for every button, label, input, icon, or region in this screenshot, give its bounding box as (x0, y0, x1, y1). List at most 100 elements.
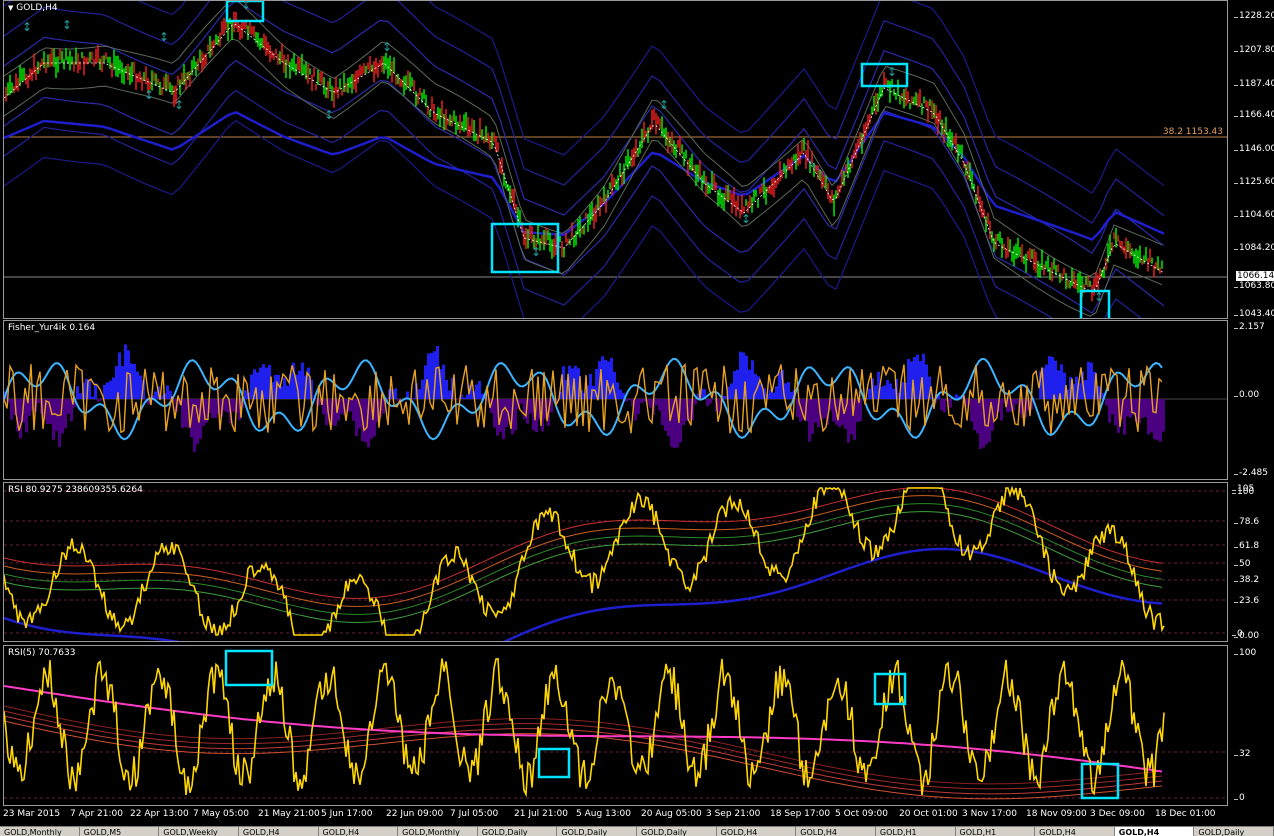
price-tick: 1043.40 (1239, 309, 1274, 319)
fisher-histogram-bar (1000, 399, 1003, 421)
fisher-histogram-bar (970, 399, 973, 421)
time-label: 20 Aug 05:00 (641, 809, 702, 819)
fisher-histogram-bar (994, 399, 997, 417)
fisher-histogram-bar (37, 399, 40, 403)
fisher-tick: 2.157 (1239, 322, 1265, 332)
fisher-histogram-bar (649, 399, 652, 408)
fisher-histogram-bar (106, 382, 109, 399)
fisher-histogram-bar (136, 372, 139, 399)
fisher-histogram-bar (394, 388, 397, 399)
fisher-histogram-bar (283, 378, 286, 399)
fisher-histogram-bar (514, 399, 517, 430)
fisher-histogram-bar (232, 399, 235, 412)
moving-average-line (4, 112, 1164, 239)
fisher-histogram-bar (1045, 365, 1048, 399)
rsi5-tick: 100 (1239, 648, 1256, 658)
trading-terminal-window: ↕↕↕↕↕↕↕↕↕↕↕↕↕ ▼ GOLD,H4 38.2 1153.43 122… (0, 0, 1274, 835)
time-axis[interactable]: 23 Mar 20157 Apr 21:0022 Apr 13:007 May … (0, 807, 1274, 825)
chart-menu-arrow-icon[interactable]: ▼ (8, 4, 13, 12)
time-label: 3 Nov 17:00 (962, 809, 1017, 819)
fisher-histogram-bar (286, 386, 289, 399)
fisher-title: Fisher_Yur4ik 0.164 (8, 323, 95, 333)
rsi5-pane[interactable]: RSI(5) 70.7633 (3, 645, 1228, 806)
fisher-histogram-bar (706, 399, 709, 406)
fisher-histogram-bar (880, 387, 883, 399)
fisher-histogram-bar (643, 399, 646, 401)
fisher-histogram-bar (661, 399, 664, 425)
rsi5-tick: 0 (1239, 793, 1245, 803)
fisher-histogram-bar (463, 398, 466, 399)
fisher-histogram-bar (772, 393, 775, 399)
rsi-bands-pane[interactable]: RSI 80.9275 238609355.6264 (3, 482, 1228, 642)
fisher-histogram-bar (985, 399, 988, 444)
fisher-histogram-bar (628, 399, 631, 400)
fisher-histogram-bar (883, 386, 886, 399)
fisher-histogram-bar (790, 392, 793, 399)
fisher-histogram-bar (94, 383, 97, 399)
fisher-histogram-bar (430, 353, 433, 399)
time-label: 21 Jul 21:00 (514, 809, 568, 819)
rsi5-scale[interactable]: 100 32 0 (1229, 645, 1274, 806)
signal-arrow-icon: ↕ (241, 1, 251, 12)
fisher-histogram-bar (874, 385, 877, 399)
time-label: 23 Mar 2015 (3, 809, 60, 819)
rsi-bands-tick: 38.2 (1239, 575, 1259, 585)
fisher-scale[interactable]: 2.157 0.00 -2.485 (1229, 320, 1274, 480)
fisher-histogram-bar (418, 389, 421, 399)
fisher-histogram-bar (445, 380, 448, 399)
signal-arrow-icon: ↕ (62, 18, 72, 32)
rsi5-canvas (4, 646, 1228, 806)
fisher-histogram-bar (658, 399, 661, 411)
fisher-histogram-bar (1015, 399, 1018, 404)
price-chart-pane[interactable]: ↕↕↕↕↕↕↕↕↕↕↕↕↕ ▼ GOLD,H4 38.2 1153.43 (3, 0, 1228, 319)
fisher-histogram-bar (112, 377, 115, 399)
rsi-bands-tick: 0.00 (1239, 631, 1259, 641)
fisher-histogram-bar (916, 355, 919, 399)
fisher-histogram-bar (1114, 399, 1117, 425)
rsi-band-line (4, 512, 1162, 623)
signal-arrow-icon: ↕ (159, 30, 169, 44)
time-label: 18 Nov 09:00 (1026, 809, 1087, 819)
rsi-bands-scale[interactable]: 105 100 78.6 61.8 50 38.2 23.6 0 0.00 (1229, 482, 1274, 642)
fisher-canvas (4, 321, 1228, 480)
fisher-histogram-bar (1051, 357, 1054, 399)
signal-arrow-icon: ↕ (741, 212, 751, 226)
rsi-bands-tick: 50 (1239, 559, 1250, 569)
fisher-histogram-bar (637, 399, 640, 414)
fisher-histogram-bar (412, 398, 415, 399)
fisher-histogram-bar (154, 391, 157, 399)
signal-arrow-icon: ↕ (659, 98, 669, 112)
fisher-indicator-pane[interactable]: Fisher_Yur4ik 0.164 (3, 320, 1228, 480)
signal-arrow-icon: ↕ (22, 20, 32, 34)
fisher-histogram-bar (502, 399, 505, 439)
fisher-histogram-bar (1147, 399, 1150, 434)
fisher-histogram-bar (520, 399, 523, 404)
fisher-histogram-bar (808, 399, 811, 442)
rsi-bands-tick: 23.6 (1239, 596, 1259, 606)
fisher-histogram-bar (121, 366, 124, 399)
fisher-histogram-bar (1141, 399, 1144, 418)
current-price-marker: 1066.14 (1236, 271, 1274, 281)
fisher-histogram-bar (301, 363, 304, 399)
time-label: 7 May 05:00 (193, 809, 249, 819)
fisher-histogram-bar (67, 399, 70, 414)
fisher-histogram-bar (739, 352, 742, 399)
fisher-histogram-bar (97, 399, 100, 402)
fisher-histogram-bar (811, 399, 814, 434)
fisher-histogram-bar (640, 399, 643, 403)
fisher-histogram-bar (355, 399, 358, 436)
signal-arrow-icon: ↕ (887, 65, 897, 79)
fisher-histogram-bar (478, 381, 481, 399)
fisher-histogram-bar (655, 399, 658, 405)
time-label: 3 Dec 09:00 (1090, 809, 1145, 819)
fisher-histogram-bar (109, 381, 112, 399)
fisher-histogram-bar (847, 399, 850, 443)
fisher-histogram-bar (616, 382, 619, 399)
fisher-histogram-bar (1153, 399, 1156, 439)
fisher-histogram-bar (976, 399, 979, 433)
fisher-histogram-bar (448, 391, 451, 399)
time-label: 5 Aug 13:00 (576, 809, 631, 819)
rsi-bands-title: RSI 80.9275 238609355.6264 (8, 485, 143, 495)
time-label: 7 Jul 05:00 (450, 809, 498, 819)
fisher-histogram-bar (925, 364, 928, 399)
